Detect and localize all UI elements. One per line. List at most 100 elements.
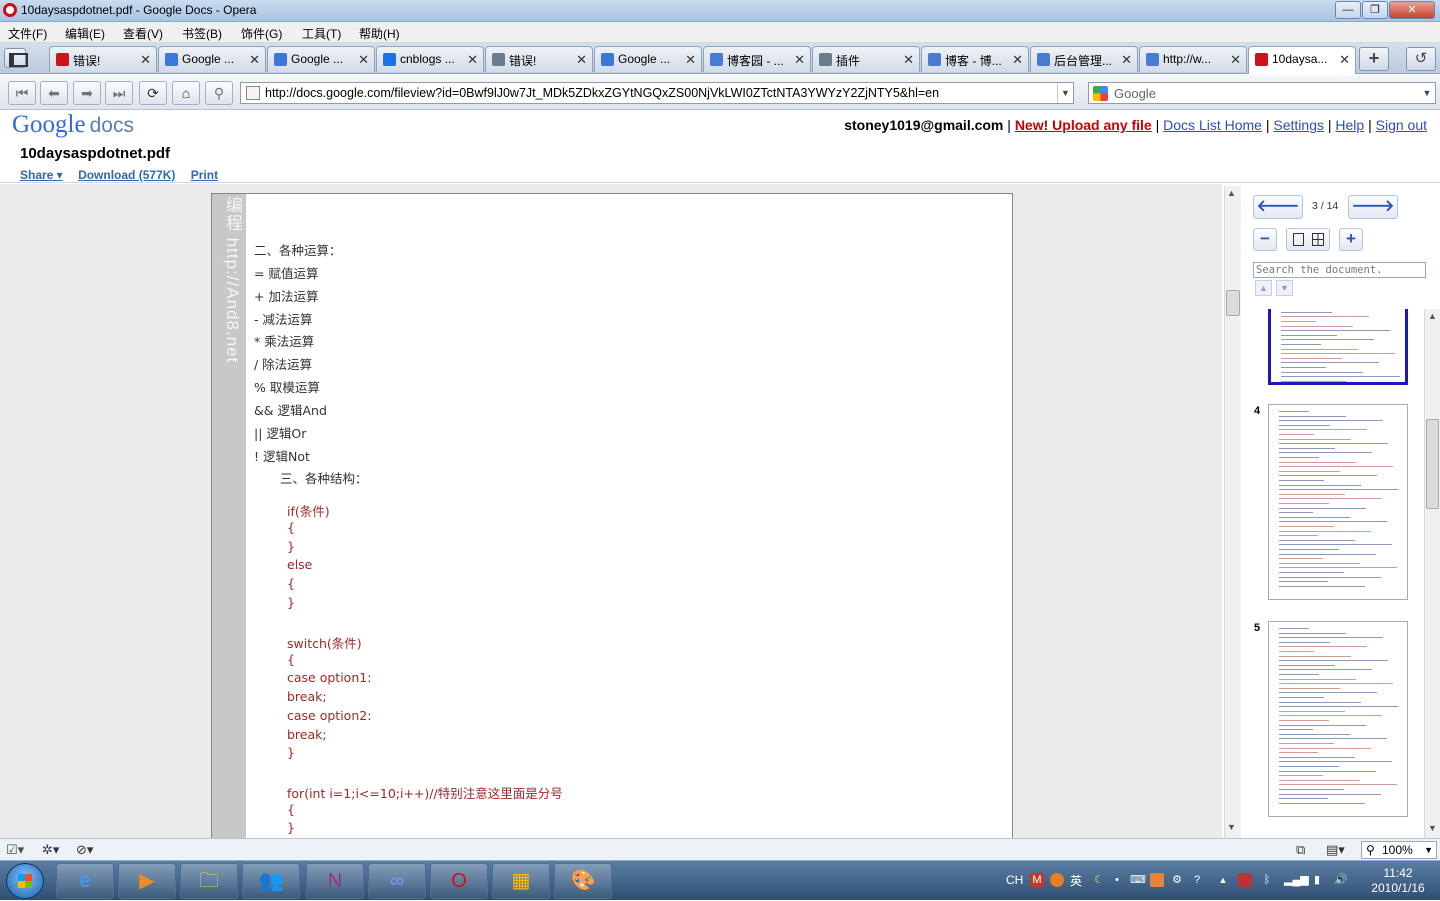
volume-icon[interactable]: 🔊	[1334, 873, 1348, 887]
share-link[interactable]: Share ▾	[20, 168, 63, 182]
menu-widgets[interactable]: 饰件(G)	[241, 25, 282, 42]
thumbnail-scrollbar[interactable]: ▲ ▼	[1424, 309, 1440, 838]
address-field[interactable]: http://docs.google.com/fileview?id=0Bwf9…	[240, 82, 1074, 104]
battery-icon[interactable]: ▮	[1310, 873, 1324, 887]
network-icon[interactable]: ▂▄▆	[1284, 873, 1309, 887]
menu-tools[interactable]: 工具(T)	[302, 25, 341, 42]
panel-icon[interactable]: ⧉	[1296, 842, 1305, 858]
bluetooth-icon[interactable]: ᛒ	[1260, 873, 1274, 887]
settings-link[interactable]: Settings	[1273, 117, 1324, 133]
closed-tabs-icon[interactable]: ↺	[1406, 47, 1436, 71]
zoom-in-button[interactable]: +	[1339, 228, 1363, 251]
browser-tab[interactable]: 错误! ✕	[485, 46, 593, 72]
language-indicator[interactable]: CH	[1006, 873, 1023, 887]
browser-tab[interactable]: Google ... ✕	[158, 46, 266, 72]
address-dropdown-icon[interactable]: ▼	[1057, 83, 1073, 103]
page-thumbnail[interactable]	[1268, 621, 1408, 817]
document-search-input[interactable]: Search the document.	[1253, 262, 1426, 278]
maximize-button[interactable]: ❐	[1362, 1, 1388, 19]
next-page-button[interactable]: 🡒	[1348, 195, 1398, 219]
tab-close-icon[interactable]: ✕	[794, 52, 805, 68]
view-mode-toggle[interactable]	[1286, 228, 1330, 251]
home-icon[interactable]: ⌂	[172, 81, 200, 105]
browser-tab[interactable]: cnblogs ... ✕	[376, 46, 484, 72]
unite-icon[interactable]: ✲▾	[42, 842, 59, 858]
show-hidden-icon[interactable]: ▲	[1216, 873, 1230, 887]
browser-tab[interactable]: 博客园 - ... ✕	[703, 46, 811, 72]
google-docs-logo[interactable]: Google docs	[12, 111, 134, 139]
zoom-dropdown-icon[interactable]: ▼	[1424, 842, 1433, 858]
browser-tab[interactable]: Google ... ✕	[594, 46, 702, 72]
taskbar-app-icon[interactable]: 🗀	[180, 863, 238, 899]
tab-close-icon[interactable]: ✕	[249, 52, 260, 68]
taskbar-app-icon[interactable]: ▶	[118, 863, 176, 899]
taskbar-app-icon[interactable]: 👥	[242, 863, 300, 899]
settings-tray-icon[interactable]: ⚙	[1170, 873, 1184, 887]
forward-icon[interactable]: ➡	[73, 81, 101, 105]
browser-tab[interactable]: http://w... ✕	[1139, 46, 1247, 72]
search-prev-icon[interactable]: ▲	[1255, 280, 1272, 296]
tab-close-icon[interactable]: ✕	[903, 52, 914, 68]
security-icon[interactable]	[1238, 873, 1252, 887]
turbo-icon[interactable]: ☑▾	[6, 842, 24, 858]
start-button[interactable]	[6, 863, 44, 899]
search-next-icon[interactable]: ▼	[1276, 280, 1293, 296]
upload-link[interactable]: New! Upload any file	[1015, 117, 1152, 133]
search-field[interactable]: Google ▼	[1088, 82, 1436, 104]
back-icon[interactable]: ⬅	[40, 81, 68, 105]
thumbnail-scrollbar-thumb[interactable]	[1426, 419, 1439, 509]
new-tab-button[interactable]: +	[1359, 47, 1389, 71]
keyboard-icon[interactable]: ⌨	[1130, 873, 1146, 887]
document-viewer[interactable]: 编程 http://And8.net 二、各种运算： = 赋值运算 + 加法运算 - …	[0, 184, 1222, 854]
prev-page-button[interactable]: 🡐	[1253, 195, 1303, 219]
tab-close-icon[interactable]: ✕	[1339, 52, 1350, 68]
signout-link[interactable]: Sign out	[1376, 117, 1427, 133]
thumb-scroll-down-icon[interactable]: ▼	[1428, 823, 1437, 833]
taskbar-app-icon[interactable]: e	[56, 863, 114, 899]
ime-icon[interactable]	[1050, 873, 1064, 887]
tab-close-icon[interactable]: ✕	[140, 52, 151, 68]
sync-icon[interactable]: ⊘▾	[76, 842, 93, 858]
viewer-scrollbar[interactable]: ▲ ▼	[1224, 186, 1241, 838]
scroll-down-icon[interactable]: ▼	[1227, 822, 1236, 832]
fast-forward-icon[interactable]: ⏭	[105, 81, 133, 105]
help-tray-icon[interactable]: ?	[1190, 873, 1204, 887]
punctuation-icon[interactable]: •	[1110, 873, 1124, 887]
menu-view[interactable]: 查看(V)	[123, 25, 163, 42]
image-toggle-icon[interactable]: ▤▾	[1326, 842, 1345, 858]
browser-tab[interactable]: 博客 - 博... ✕	[921, 46, 1029, 72]
minimize-button[interactable]: —	[1335, 1, 1361, 19]
browser-tab[interactable]: 后台管理... ✕	[1030, 46, 1138, 72]
search-placeholder[interactable]: Google	[1114, 86, 1156, 101]
grid-view-icon[interactable]	[1312, 233, 1324, 246]
scroll-up-icon[interactable]: ▲	[1227, 188, 1236, 198]
panel-toggle-button[interactable]	[4, 48, 28, 68]
tab-close-icon[interactable]: ✕	[1012, 52, 1023, 68]
taskbar-app-icon[interactable]: ∞	[368, 863, 426, 899]
page-thumbnail[interactable]	[1268, 309, 1408, 385]
thumbnail-list[interactable]: 45	[1244, 309, 1426, 838]
tab-close-icon[interactable]: ✕	[1230, 52, 1241, 68]
browser-tab[interactable]: 插件 ✕	[812, 46, 920, 72]
wand-icon[interactable]: ⚲	[205, 81, 233, 105]
app-tray-icon[interactable]	[1150, 873, 1164, 887]
tab-close-icon[interactable]: ✕	[467, 52, 478, 68]
page-thumbnail[interactable]	[1268, 404, 1408, 600]
close-window-button[interactable]: ✕	[1389, 1, 1435, 19]
taskbar-app-icon[interactable]: O	[430, 863, 488, 899]
taskbar-app-icon[interactable]: N	[306, 863, 364, 899]
browser-tab[interactable]: 错误! ✕	[49, 46, 157, 72]
search-dropdown-icon[interactable]: ▼	[1419, 83, 1435, 103]
help-link[interactable]: Help	[1335, 117, 1364, 133]
download-link[interactable]: Download (577K)	[78, 168, 175, 182]
single-page-icon[interactable]	[1293, 233, 1304, 246]
menu-file[interactable]: 文件(F)	[8, 25, 47, 42]
print-link[interactable]: Print	[191, 168, 218, 182]
menu-bookmarks[interactable]: 书签(B)	[182, 25, 222, 42]
tab-close-icon[interactable]: ✕	[1121, 52, 1132, 68]
scrollbar-thumb[interactable]	[1226, 290, 1240, 316]
reload-icon[interactable]: ⟳	[139, 81, 167, 105]
address-text[interactable]: http://docs.google.com/fileview?id=0Bwf9…	[265, 86, 939, 100]
tab-close-icon[interactable]: ✕	[576, 52, 587, 68]
taskbar-app-icon[interactable]: 🎨	[554, 863, 612, 899]
